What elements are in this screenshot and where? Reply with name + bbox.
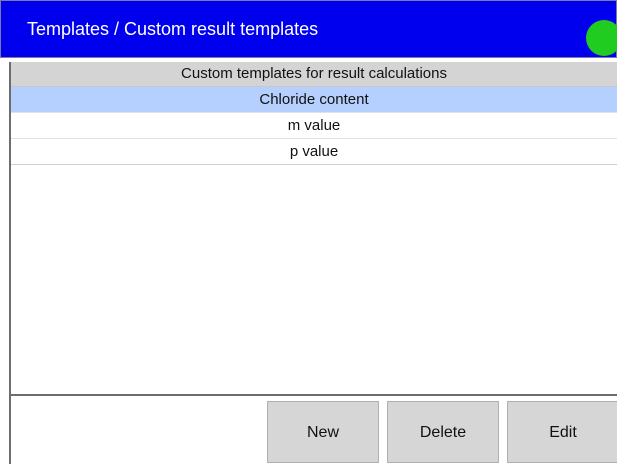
status-indicator-icon <box>586 20 617 56</box>
list-item-m-value[interactable]: m value <box>11 113 617 139</box>
list-header: Custom templates for result calculations <box>11 62 617 87</box>
button-bar: New Delete Edit <box>9 394 617 464</box>
new-button[interactable]: New <box>267 401 379 463</box>
delete-button[interactable]: Delete <box>387 401 499 463</box>
edit-button[interactable]: Edit <box>507 401 617 463</box>
template-list-panel: Custom templates for result calculations… <box>9 62 617 394</box>
app-screen: Templates / Custom result templates Cust… <box>0 0 617 464</box>
list-item-chloride-content[interactable]: Chloride content <box>11 87 617 113</box>
title-bar: Templates / Custom result templates <box>0 0 617 58</box>
page-title: Templates / Custom result templates <box>27 19 319 39</box>
list-item-p-value[interactable]: p value <box>11 139 617 165</box>
